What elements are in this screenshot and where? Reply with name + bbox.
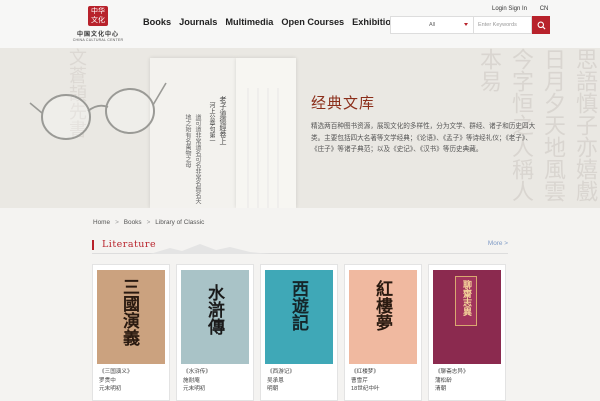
search-scope-value: All [428,22,436,28]
book-title: 《水浒传》 [183,369,211,375]
book-info: 《聊斋志异》 蒲松龄 清朝 [435,368,469,394]
cover-title: 水滸傳 [204,284,224,335]
book-list: 三國演義 《三国演义》 罗贯中 元末明初 水滸傳 《水浒传》 施耐庵 元末明初 … [92,264,508,401]
logo-english-name: CHINA CULTURAL CENTER [72,38,124,42]
book-era: 明朝 [267,386,279,392]
search-icon [537,21,546,30]
book-author: 罗贯中 [99,377,116,384]
breadcrumb: Home > Books > Library of Classic [93,219,204,226]
book-author: 蒲松龄 [435,377,452,384]
book-page-subheading: 河上公章句第一 [208,102,215,144]
cover-title: 紅樓夢 [372,280,392,331]
language-switch[interactable]: CN [540,6,549,12]
book-page-body: 道可道非常道名可名非常名無名天地之始有名萬物之母 [184,114,201,204]
book-title: 《红楼梦》 [351,369,379,375]
breadcrumb-books[interactable]: Books [124,219,142,226]
search-input[interactable]: Enter Keywords [474,16,532,34]
nav-multimedia[interactable]: Multimedia [225,17,273,27]
cover-title: 聊齋志異 [461,280,471,316]
logo-chinese-name: 中国文化中心 [76,32,119,38]
book-info: 《西游记》 吴承恩 明朝 [267,368,295,394]
book-cover: 水滸傳 [181,270,249,364]
more-link[interactable]: More > [488,240,508,247]
breadcrumb-current: Library of Classic [155,219,205,226]
book-cover: 紅樓夢 [349,270,417,364]
chevron-down-icon [464,23,468,26]
book-info: 《水浒传》 施耐庵 元末明初 [183,368,211,394]
book-era: 元末明初 [99,386,122,392]
mountain-decoration-icon [150,244,270,254]
banner-title: 经典文库 [311,94,376,112]
book-card[interactable]: 水滸傳 《水浒传》 施耐庵 元末明初 [176,264,254,401]
book-author: 曹雪芹 [351,377,368,384]
book-card[interactable]: 聊齋志異 《聊斋志异》 蒲松龄 清朝 [428,264,506,401]
nav-books[interactable]: Books [143,17,171,27]
search-bar: All Enter Keywords [390,16,550,34]
book-page-right [236,58,296,208]
breadcrumb-home[interactable]: Home [93,219,110,226]
nav-journals[interactable]: Journals [179,17,217,27]
book-card[interactable]: 西遊記 《西游记》 吴承恩 明朝 [260,264,338,401]
top-links: Login Sign In CN [492,6,559,12]
book-title: 《三国演义》 [99,369,133,375]
book-page-heading: 老子道德經卷上 [219,96,227,145]
book-card[interactable]: 三國演義 《三国演义》 罗贯中 元末明初 [92,264,170,401]
book-era: 18世纪中叶 [351,386,380,392]
breadcrumb-separator: > [115,219,119,226]
main-nav: Books Journals Multimedia Open Courses E… [143,17,410,27]
book-title: 《西游记》 [267,369,295,375]
book-era: 元末明初 [183,386,206,392]
hero-banner: 文蒼頡先書 思語慎子亦嬉戲日月夕天地風雲今字恒之人稱人本易 老子道德經卷上 河上… [0,48,600,208]
book-era: 清朝 [435,386,447,392]
section-title: Literature [102,239,157,250]
cover-title: 西遊記 [288,280,308,331]
book-cover: 西遊記 [265,270,333,364]
book-cover: 三國演義 [97,270,165,364]
book-info: 《三国演义》 罗贯中 元末明初 [99,368,133,394]
logo-seal: 中华文化 [88,6,108,26]
book-author: 施耐庵 [183,377,200,384]
nav-open-courses[interactable]: Open Courses [281,17,344,27]
login-link[interactable]: Login Sign In [492,6,527,12]
breadcrumb-separator: > [146,219,151,226]
section-accent-bar [92,240,94,250]
section-header: Literature More > [92,238,508,254]
book-page-ruled-lines [247,88,279,208]
site-header: 中华文化 中国文化中心 CHINA CULTURAL CENTER Books … [0,0,600,48]
banner-description: 精选两百种图书资源，展现文化的多样性，分为文学、群经、诸子和历史四大类。主要包括… [311,123,536,153]
glasses-illustration [29,82,167,140]
book-card[interactable]: 紅樓夢 《红楼梦》 曹雪芹 18世纪中叶 [344,264,422,401]
book-author: 吴承恩 [267,377,284,384]
search-scope-select[interactable]: All [390,16,474,34]
book-cover: 聊齋志異 [433,270,501,364]
search-button[interactable] [532,16,550,34]
book-info: 《红楼梦》 曹雪芹 18世纪中叶 [351,368,380,394]
site-logo[interactable]: 中华文化 中国文化中心 CHINA CULTURAL CENTER [68,6,128,44]
cover-title: 三國演義 [119,278,139,346]
book-title: 《聊斋志异》 [435,369,469,375]
